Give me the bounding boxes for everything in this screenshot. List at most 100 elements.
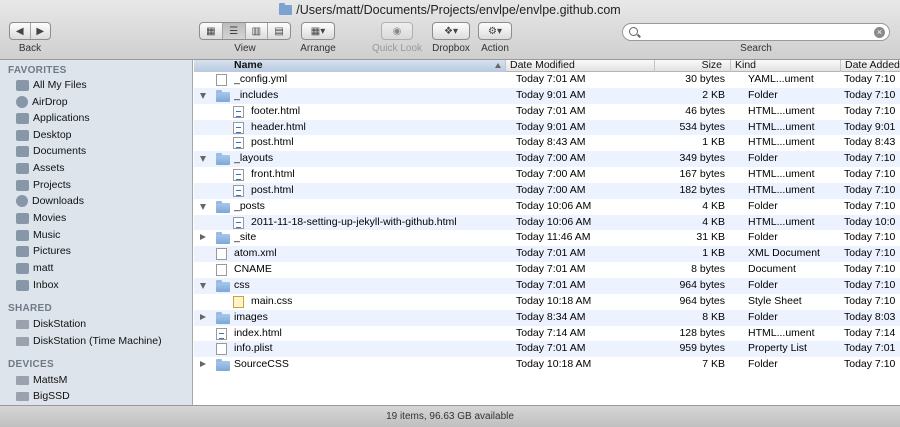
arrange-button[interactable]: ▦▾	[301, 22, 335, 40]
file-name: footer.html	[251, 104, 301, 117]
sidebar-item-diskstation[interactable]: DiskStation	[16, 316, 86, 332]
search-field[interactable]: ×	[622, 23, 890, 41]
sidebar-item-label: Projects	[33, 179, 71, 191]
folder-row[interactable]: SourceCSS Today 10:18 AM 7 KB Folder Today 7…	[194, 357, 900, 373]
disclosure-open-icon[interactable]	[200, 203, 206, 210]
dropbox-menu[interactable]: ❖▾	[433, 23, 469, 39]
file-name: _includes	[234, 88, 279, 101]
file-row[interactable]: atom.xml Today 7:01 AM 1 KB XML Document Tod…	[194, 246, 900, 263]
column-header-date-modified[interactable]: Date Modified	[506, 60, 655, 72]
sidebar-item-bigssd[interactable]: BigSSD	[16, 388, 70, 404]
dropbox-button[interactable]: ❖▾	[432, 22, 470, 40]
file-row[interactable]: front.html Today 7:00 AM 167 bytes HTML...u…	[194, 167, 900, 183]
status-bar: 19 items, 96.63 GB available	[0, 405, 900, 427]
file-row[interactable]: CNAME Today 7:01 AM 8 bytes Document Today 7…	[194, 262, 900, 278]
file-name: post.html	[251, 183, 294, 196]
column-header-size[interactable]: Size	[655, 60, 731, 72]
sidebar-item-matt[interactable]: matt	[16, 260, 53, 276]
folder-icon	[16, 162, 29, 174]
sidebar-item-projects[interactable]: Projects	[16, 177, 71, 193]
folder-row[interactable]: _layouts Today 7:00 AM 349 bytes Folder Toda…	[194, 151, 900, 168]
file-date-added: Today 8:03	[844, 310, 896, 323]
sidebar-item-all-my-files[interactable]: All My Files	[16, 77, 87, 93]
sidebar-item-applications[interactable]: Applications	[16, 110, 90, 126]
status-text: 19 items, 96.63 GB available	[386, 411, 514, 422]
sidebar-item-mattsm[interactable]: MattsM	[16, 372, 67, 388]
disclosure-closed-icon[interactable]	[200, 234, 206, 241]
sidebar-item-desktop[interactable]: Desktop	[16, 127, 72, 143]
sidebar-item-inbox[interactable]: Inbox	[16, 277, 59, 293]
network-drive-icon	[16, 336, 29, 346]
folder-row[interactable]: _posts Today 10:06 AM 4 KB Folder Today 7:10	[194, 199, 900, 215]
icon-view-button[interactable]: ▦	[200, 23, 223, 39]
folder-row[interactable]: _site Today 11:46 AM 31 KB Folder Today 7:10	[194, 230, 900, 246]
sidebar-item-label: Desktop	[33, 129, 72, 141]
dropbox-icon: ❖▾	[444, 25, 458, 37]
coverflow-view-button[interactable]: ▤	[268, 23, 290, 39]
file-kind: Folder	[748, 199, 778, 212]
sidebar-item-diskstation-time-machine[interactable]: DiskStation (Time Machine)	[16, 333, 162, 349]
arrange-menu[interactable]: ▦▾	[302, 23, 334, 39]
document-icon	[216, 248, 227, 261]
action-menu[interactable]: ⚙▾	[479, 23, 511, 39]
file-date-modified: Today 7:00 AM	[516, 183, 586, 196]
file-row[interactable]: index.html Today 7:14 AM 128 bytes HTML...u…	[194, 326, 900, 342]
arrange-label: Arrange	[300, 43, 336, 54]
file-size: 349 bytes	[679, 152, 725, 165]
file-row[interactable]: info.plist Today 7:01 AM 959 bytes Property…	[194, 341, 900, 358]
sidebar-item-label: Inbox	[33, 279, 59, 291]
forward-button[interactable]: ▶	[31, 23, 51, 39]
disclosure-closed-icon[interactable]	[200, 361, 206, 368]
document-icon	[216, 343, 227, 356]
network-drive-icon	[16, 319, 29, 329]
file-size: 959 bytes	[679, 342, 725, 355]
file-row[interactable]: post.html Today 8:43 AM 1 KB HTML...ument To…	[194, 135, 900, 151]
file-name: CNAME	[234, 263, 272, 276]
sidebar-item-downloads[interactable]: Downloads	[16, 193, 84, 209]
file-name: info.plist	[234, 342, 273, 355]
folder-row[interactable]: images Today 8:34 AM 8 KB Folder Today 8:03	[194, 309, 900, 326]
file-row[interactable]: header.html Today 9:01 AM 534 bytes HTML...…	[194, 119, 900, 136]
disclosure-open-icon[interactable]	[200, 92, 206, 99]
file-row[interactable]: _config.yml Today 7:01 AM 30 bytes YAML...u…	[194, 72, 900, 88]
search-icon	[629, 27, 638, 36]
file-date-added: Today 7:10	[844, 199, 896, 212]
file-kind: Folder	[748, 88, 778, 101]
disclosure-open-icon[interactable]	[200, 282, 206, 289]
disclosure-open-icon[interactable]	[200, 156, 206, 163]
sidebar-item-pictures[interactable]: Pictures	[16, 243, 71, 259]
back-button[interactable]: ◀	[10, 23, 31, 39]
sidebar-item-music[interactable]: Music	[16, 227, 60, 243]
clear-search-icon[interactable]: ×	[874, 27, 885, 38]
column-header-kind[interactable]: Kind	[731, 60, 841, 72]
action-button[interactable]: ⚙▾	[478, 22, 512, 40]
sidebar-item-label: Pictures	[33, 245, 71, 257]
gear-icon: ⚙▾	[488, 25, 502, 37]
folder-row[interactable]: _includes Today 9:01 AM 2 KB Folder Today 7:…	[194, 87, 900, 104]
sidebar-item-assets[interactable]: Assets	[16, 160, 65, 176]
sidebar-item-movies[interactable]: Movies	[16, 210, 66, 226]
file-row[interactable]: main.css Today 10:18 AM 964 bytes Style She…	[194, 294, 900, 310]
file-date-modified: Today 7:01 AM	[516, 104, 586, 117]
quicklook-button[interactable]: ◉	[381, 22, 413, 40]
folder-row[interactable]: css Today 7:01 AM 964 bytes Folder Today 7:1…	[194, 277, 900, 294]
file-row[interactable]: 2011-11-18-setting-up-jekyll-with-github…	[194, 214, 900, 231]
column-header-name[interactable]: Name	[194, 60, 506, 72]
file-row[interactable]: footer.html Today 7:01 AM 46 bytes HTML...u…	[194, 104, 900, 120]
list-view-button[interactable]: ☰	[222, 23, 246, 39]
column-view-button[interactable]: ▥	[246, 23, 269, 39]
disclosure-closed-icon[interactable]	[200, 313, 206, 320]
file-row[interactable]: post.html Today 7:00 AM 182 bytes HTML...um…	[194, 182, 900, 199]
file-kind: Folder	[748, 231, 778, 244]
column-header-date-added[interactable]: Date Added	[841, 60, 900, 72]
dropbox-label: Dropbox	[432, 43, 470, 54]
file-kind: HTML...ument	[748, 215, 815, 228]
documents-icon	[16, 145, 29, 157]
quicklook-seg[interactable]: ◉	[382, 23, 412, 39]
file-name: _layouts	[234, 152, 274, 165]
file-kind: Document	[748, 263, 796, 276]
file-date-modified: Today 7:01 AM	[516, 278, 586, 291]
sidebar-item-documents[interactable]: Documents	[16, 143, 86, 159]
file-kind: HTML...ument	[748, 183, 815, 196]
sidebar-item-airdrop[interactable]: AirDrop	[16, 94, 68, 110]
